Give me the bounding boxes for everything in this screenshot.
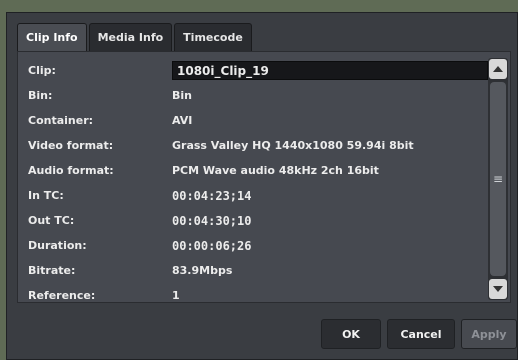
bin-label: Bin:: [28, 89, 53, 102]
cancel-button[interactable]: Cancel: [387, 319, 455, 349]
apply-button[interactable]: Apply: [461, 319, 517, 349]
tab-bar: Clip Info Media Info Timecode: [17, 23, 252, 51]
video-format-label: Video format:: [28, 139, 114, 152]
row-in-tc: In TC: 00:04:23;14: [26, 183, 488, 208]
out-tc-label: Out TC:: [28, 214, 75, 227]
tab-media-info[interactable]: Media Info: [88, 23, 173, 51]
video-format-value: Grass Valley HQ 1440x1080 59.94i 8bit: [172, 139, 414, 152]
audio-format-value: PCM Wave audio 48kHz 2ch 16bit: [172, 164, 379, 177]
tab-timecode[interactable]: Timecode: [174, 23, 252, 51]
clip-info-panel: Clip: 1080i_Clip_19 Bin: Bin Container: …: [17, 51, 511, 303]
reference-value: 1: [172, 289, 180, 302]
grip-icon: ≡: [492, 172, 504, 186]
container-label: Container:: [28, 114, 94, 127]
row-out-tc: Out TC: 00:04:30;10: [26, 208, 488, 233]
duration-value: 00:00:06;26: [172, 238, 252, 253]
row-container: Container: AVI: [26, 108, 488, 133]
container-value: AVI: [172, 114, 193, 127]
chevron-down-icon: [493, 286, 503, 292]
clip-properties-dialog: Clip Info Media Info Timecode Clip: 1080…: [6, 12, 518, 360]
in-tc-label: In TC:: [28, 189, 64, 202]
ok-button[interactable]: OK: [321, 319, 381, 349]
property-list: Clip: 1080i_Clip_19 Bin: Bin Container: …: [26, 58, 488, 308]
scroll-thumb[interactable]: ≡: [490, 82, 506, 276]
bin-value: Bin: [172, 89, 192, 102]
out-tc-value: 00:04:30;10: [172, 213, 252, 228]
clip-name-field[interactable]: 1080i_Clip_19: [172, 61, 488, 80]
scroll-down-button[interactable]: [489, 279, 507, 299]
reference-label: Reference:: [28, 289, 96, 302]
in-tc-value: 00:04:23;14: [172, 188, 252, 203]
tab-clip-info[interactable]: Clip Info: [17, 23, 87, 51]
bitrate-value: 83.9Mbps: [172, 264, 233, 277]
scroll-up-button[interactable]: [489, 59, 507, 79]
row-bin: Bin: Bin: [26, 83, 488, 108]
row-audio-format: Audio format: PCM Wave audio 48kHz 2ch 1…: [26, 158, 488, 183]
row-bitrate: Bitrate: 83.9Mbps: [26, 258, 488, 283]
row-duration: Duration: 00:00:06;26: [26, 233, 488, 258]
row-clip: Clip: 1080i_Clip_19: [26, 58, 488, 83]
dialog-footer: OK Cancel Apply: [7, 303, 517, 359]
bitrate-label: Bitrate:: [28, 264, 76, 277]
duration-label: Duration:: [28, 239, 87, 252]
clip-label: Clip:: [28, 64, 56, 77]
chevron-up-icon: [493, 66, 503, 72]
vertical-scrollbar[interactable]: ≡: [488, 58, 508, 300]
row-video-format: Video format: Grass Valley HQ 1440x1080 …: [26, 133, 488, 158]
audio-format-label: Audio format:: [28, 164, 114, 177]
